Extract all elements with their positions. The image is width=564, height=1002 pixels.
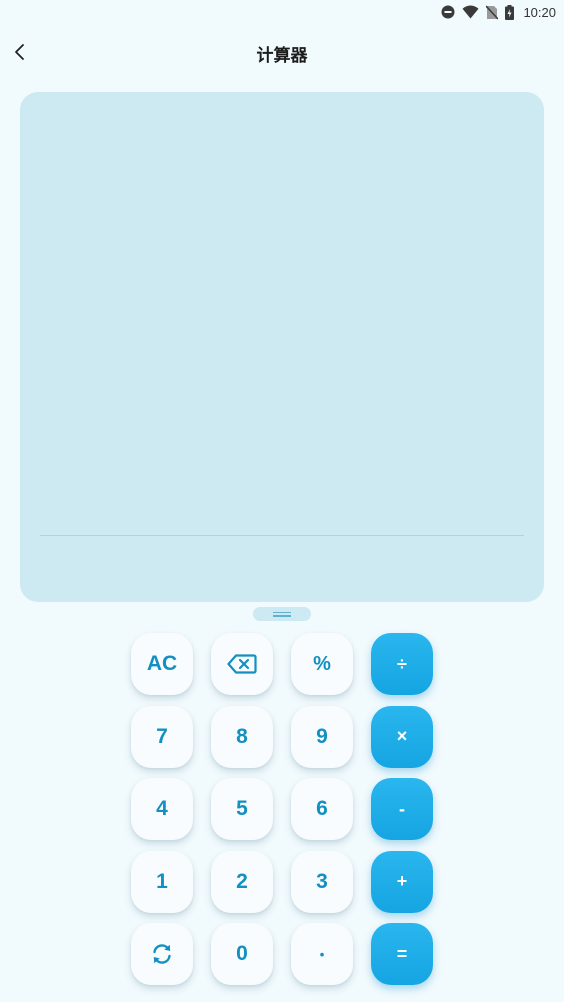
divide-label: ÷ (397, 653, 407, 674)
digit-4-button[interactable]: 4 (131, 778, 193, 840)
divide-button[interactable]: ÷ (371, 633, 433, 695)
wifi-icon (462, 5, 479, 19)
backspace-button[interactable] (211, 633, 273, 695)
digit-7-button[interactable]: 7 (131, 705, 193, 768)
drag-handle-line (273, 615, 291, 617)
clear-label: AC (146, 652, 178, 675)
multiply-label: × (396, 726, 408, 746)
digit-3-button[interactable]: 3 (291, 850, 353, 913)
digit-label: 7 (156, 724, 168, 748)
subtract-button[interactable]: - (371, 778, 433, 840)
digit-9-button[interactable]: 9 (291, 705, 353, 768)
digit-6-button[interactable]: 6 (291, 778, 353, 840)
clear-button[interactable]: AC (131, 633, 193, 695)
decimal-label: • (319, 946, 325, 962)
digit-label: 5 (236, 797, 248, 820)
digit-label: 2 (236, 869, 248, 893)
percent-button[interactable]: % (291, 633, 353, 695)
digit-8-button[interactable]: 8 (211, 705, 273, 768)
digit-label: 8 (236, 724, 248, 748)
digit-label: 1 (156, 869, 168, 893)
no-sim-icon (486, 4, 499, 20)
app-header: 计算器 (0, 30, 564, 74)
digit-label: 3 (316, 869, 328, 893)
digit-2-button[interactable]: 2 (211, 850, 273, 913)
digit-0-button[interactable]: 0 (211, 923, 273, 985)
digit-label: 4 (156, 797, 168, 820)
calculator-display (20, 92, 544, 602)
add-button[interactable]: + (371, 850, 433, 913)
digit-label: 0 (236, 942, 248, 965)
equals-label: = (396, 943, 408, 964)
equals-button[interactable]: = (371, 923, 433, 985)
status-time: 10:20 (523, 4, 556, 20)
backspace-icon (227, 654, 257, 674)
digit-5-button[interactable]: 5 (211, 778, 273, 840)
drag-handle-line (273, 611, 291, 613)
multiply-button[interactable]: × (371, 705, 433, 768)
add-label: + (396, 871, 408, 891)
digit-label: 9 (316, 724, 328, 748)
status-bar: 10:20 (0, 0, 564, 24)
display-divider (40, 535, 524, 536)
digit-1-button[interactable]: 1 (131, 850, 193, 913)
drag-handle[interactable] (253, 607, 311, 621)
keypad: AC % ÷ 7 8 9 × 4 5 6 - 1 2 3 + 0 • = (131, 633, 435, 985)
dnd-icon (441, 5, 455, 19)
battery-charging-icon (505, 4, 515, 20)
digit-label: 6 (316, 797, 328, 820)
percent-label: % (313, 652, 331, 675)
decimal-button[interactable]: • (291, 923, 353, 985)
subtract-label: - (399, 798, 405, 819)
toggle-mode-button[interactable] (131, 923, 193, 985)
page-title: 计算器 (256, 46, 308, 65)
refresh-icon (153, 944, 171, 964)
